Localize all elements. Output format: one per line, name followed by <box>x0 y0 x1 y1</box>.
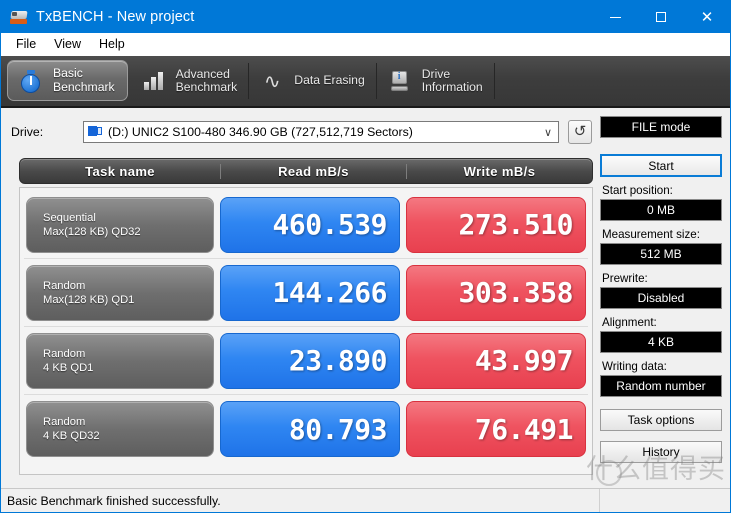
read-value-cell: 144.266 <box>220 265 400 321</box>
tab-basic-benchmark[interactable]: Basic Benchmark <box>7 60 128 101</box>
tab-drive-information[interactable]: Drive Information <box>377 56 495 106</box>
results-header: Task name Read mB/s Write mB/s <box>19 158 593 184</box>
drive-label: Drive: <box>11 125 83 139</box>
table-row: Random Max(128 KB) QD1 144.266 303.358 <box>24 259 588 327</box>
task-name-cell[interactable]: Random 4 KB QD32 <box>26 401 214 457</box>
close-button[interactable]: ✕ <box>684 1 730 33</box>
menu-bar: File View Help <box>1 33 730 56</box>
drive-info-icon <box>387 68 413 94</box>
menu-item-file[interactable]: File <box>7 34 45 55</box>
start-position-value[interactable]: 0 MB <box>600 199 722 221</box>
maximize-icon <box>656 12 666 22</box>
start-button[interactable]: Start <box>600 154 722 177</box>
drive-select[interactable]: (D:) UNIC2 S100-480 346.90 GB (727,512,7… <box>83 121 559 143</box>
window-title: TxBENCH - New project <box>36 9 194 25</box>
start-position-label: Start position: <box>602 184 722 197</box>
table-row: Sequential Max(128 KB) QD32 460.539 273.… <box>24 191 588 259</box>
close-icon: ✕ <box>701 10 714 25</box>
column-header-task-name: Task name <box>20 164 220 179</box>
stopwatch-icon <box>18 68 44 94</box>
measurement-size-value[interactable]: 512 MB <box>600 243 722 265</box>
writing-data-value[interactable]: Random number <box>600 375 722 397</box>
write-value-cell: 43.997 <box>406 333 586 389</box>
table-row: Random 4 KB QD32 80.793 76.491 <box>24 395 588 463</box>
tab-basic-benchmark-label: Basic Benchmark <box>53 67 115 94</box>
task-name-line2: 4 KB QD1 <box>43 361 213 375</box>
prewrite-label: Prewrite: <box>602 272 722 285</box>
menu-item-help[interactable]: Help <box>90 34 134 55</box>
minimize-button[interactable] <box>592 1 638 33</box>
alignment-value[interactable]: 4 KB <box>600 331 722 353</box>
refresh-icon: ↺ <box>574 124 587 139</box>
tab-data-erasing-label: Data Erasing <box>294 74 364 88</box>
settings-panel: FILE mode Start Start position: 0 MB Mea… <box>600 116 722 463</box>
measurement-size-label: Measurement size: <box>602 228 722 241</box>
content-area: Drive: (D:) UNIC2 S100-480 346.90 GB (72… <box>1 108 730 489</box>
task-name-line1: Random <box>43 347 213 361</box>
task-name-line2: Max(128 KB) QD32 <box>43 225 213 239</box>
chevron-down-icon: ∨ <box>544 126 552 139</box>
menu-item-view[interactable]: View <box>45 34 90 55</box>
write-value-cell: 76.491 <box>406 401 586 457</box>
wave-icon: ∿ <box>259 68 285 94</box>
task-name-line1: Sequential <box>43 211 213 225</box>
tab-data-erasing[interactable]: ∿ Data Erasing <box>249 56 376 106</box>
hard-drive-icon <box>88 125 103 138</box>
task-name-line1: Random <box>43 415 213 429</box>
tab-drive-information-label: Drive Information <box>422 68 483 95</box>
refresh-button[interactable]: ↺ <box>568 120 592 144</box>
bar-chart-icon <box>141 68 167 94</box>
status-divider <box>599 489 600 512</box>
results-panel: Task name Read mB/s Write mB/s Sequentia… <box>19 158 593 478</box>
minimize-icon <box>610 17 621 18</box>
maximize-button[interactable] <box>638 1 684 33</box>
task-options-button[interactable]: Task options <box>600 409 722 431</box>
column-header-read: Read mB/s <box>220 164 406 179</box>
tab-advanced-benchmark-label: Advanced Benchmark <box>176 68 238 95</box>
status-bar: Basic Benchmark finished successfully. <box>1 488 730 512</box>
read-value-cell: 460.539 <box>220 197 400 253</box>
write-value-cell: 303.358 <box>406 265 586 321</box>
task-name-line2: 4 KB QD32 <box>43 429 213 443</box>
read-value-cell: 23.890 <box>220 333 400 389</box>
drive-select-value: (D:) UNIC2 S100-480 346.90 GB (727,512,7… <box>108 125 413 139</box>
txbench-logo-icon <box>10 8 28 26</box>
task-name-line1: Random <box>43 279 213 293</box>
file-mode-button[interactable]: FILE mode <box>600 116 722 138</box>
title-bar: TxBENCH - New project ✕ <box>1 1 730 33</box>
task-name-cell[interactable]: Sequential Max(128 KB) QD32 <box>26 197 214 253</box>
results-body: Sequential Max(128 KB) QD32 460.539 273.… <box>19 187 593 475</box>
txbench-window: TxBENCH - New project ✕ File View Help B… <box>0 0 731 513</box>
tab-advanced-benchmark[interactable]: Advanced Benchmark <box>131 56 250 106</box>
writing-data-label: Writing data: <box>602 360 722 373</box>
prewrite-value[interactable]: Disabled <box>600 287 722 309</box>
task-name-cell[interactable]: Random 4 KB QD1 <box>26 333 214 389</box>
table-row: Random 4 KB QD1 23.890 43.997 <box>24 327 588 395</box>
write-value-cell: 273.510 <box>406 197 586 253</box>
column-header-write: Write mB/s <box>406 164 592 179</box>
history-button[interactable]: History <box>600 441 722 463</box>
read-value-cell: 80.793 <box>220 401 400 457</box>
tab-strip: Basic Benchmark Advanced Benchmark ∿ Dat… <box>1 56 730 108</box>
window-controls: ✕ <box>592 1 730 33</box>
task-name-cell[interactable]: Random Max(128 KB) QD1 <box>26 265 214 321</box>
status-message: Basic Benchmark finished successfully. <box>1 494 599 508</box>
alignment-label: Alignment: <box>602 316 722 329</box>
task-name-line2: Max(128 KB) QD1 <box>43 293 213 307</box>
